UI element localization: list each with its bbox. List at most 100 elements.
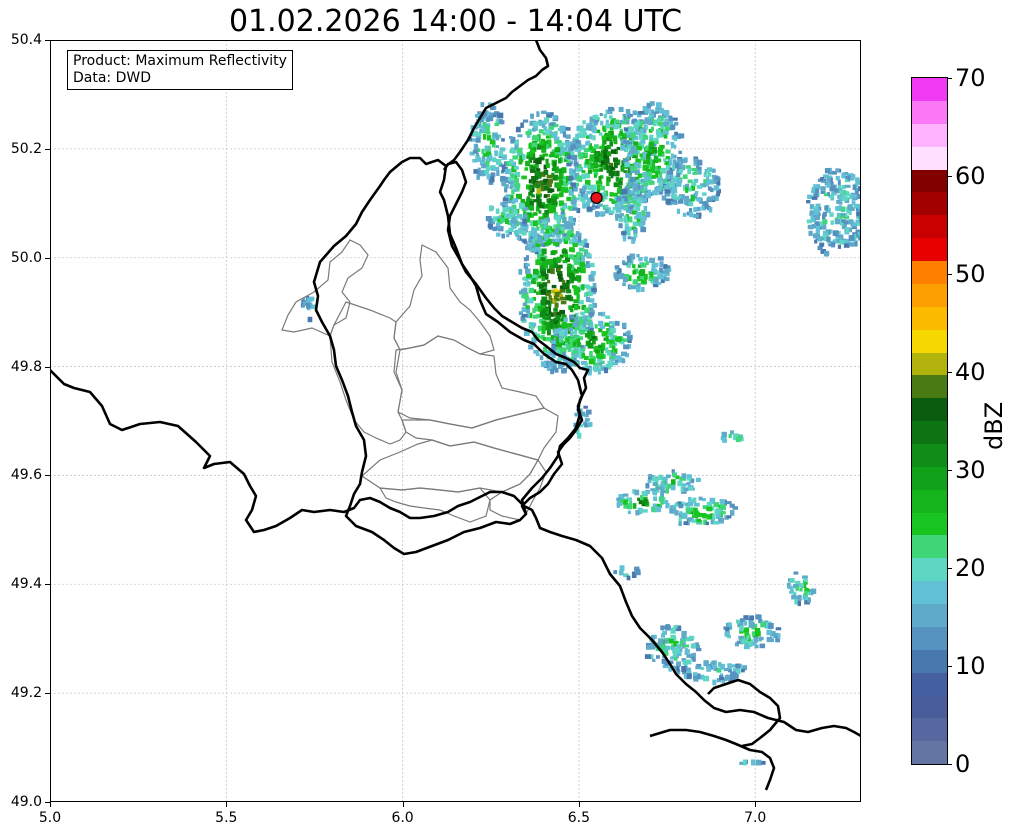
reflectivity-pixel bbox=[491, 167, 497, 171]
reflectivity-pixel bbox=[842, 196, 848, 201]
reflectivity-pixel bbox=[838, 234, 844, 239]
reflectivity-pixel bbox=[619, 131, 623, 136]
reflectivity-pixel bbox=[674, 503, 679, 507]
reflectivity-pixel bbox=[586, 125, 592, 131]
reflectivity-pixel bbox=[561, 249, 568, 254]
district-border bbox=[489, 458, 547, 521]
reflectivity-pixel bbox=[852, 222, 858, 227]
reflectivity-pixel bbox=[697, 169, 702, 175]
reflectivity-pixel bbox=[569, 308, 574, 313]
reflectivity-pixel bbox=[657, 281, 662, 285]
reflectivity-pixel bbox=[686, 673, 692, 680]
reflectivity-pixel bbox=[625, 172, 631, 178]
reflectivity-pixel bbox=[521, 313, 528, 318]
reflectivity-pixel bbox=[584, 418, 589, 423]
reflectivity-pixel bbox=[619, 499, 624, 503]
reflectivity-pixel bbox=[770, 638, 774, 642]
reflectivity-pixel bbox=[858, 215, 861, 221]
reflectivity-pixel bbox=[847, 175, 851, 181]
reflectivity-pixel bbox=[630, 145, 636, 151]
reflectivity-pixel bbox=[549, 122, 555, 126]
reflectivity-pixel bbox=[560, 347, 566, 353]
reflectivity-pixel bbox=[729, 503, 735, 508]
reflectivity-pixel bbox=[669, 508, 674, 514]
reflectivity-pixel bbox=[592, 114, 596, 120]
reflectivity-pixel bbox=[560, 296, 566, 301]
reflectivity-pixel bbox=[527, 297, 534, 304]
reflectivity-pixel bbox=[717, 177, 721, 181]
reflectivity-pixel bbox=[492, 227, 498, 232]
reflectivity-pixel bbox=[653, 120, 657, 127]
reflectivity-pixel bbox=[706, 501, 713, 507]
reflectivity-pixel bbox=[492, 136, 496, 141]
reflectivity-pixel bbox=[615, 176, 620, 182]
reflectivity-pixel bbox=[599, 185, 605, 191]
reflectivity-pixel bbox=[857, 222, 861, 226]
reflectivity-pixel bbox=[505, 194, 511, 198]
reflectivity-pixel bbox=[839, 190, 844, 194]
reflectivity-pixel bbox=[566, 163, 572, 167]
reflectivity-pixel bbox=[528, 344, 534, 350]
reflectivity-pixel bbox=[682, 483, 687, 487]
colorbar-segment bbox=[912, 695, 947, 719]
reflectivity-pixel bbox=[484, 145, 489, 151]
reflectivity-pixel bbox=[627, 259, 632, 263]
reflectivity-pixel bbox=[686, 659, 692, 665]
reflectivity-pixel bbox=[627, 510, 631, 515]
colorbar-segment bbox=[912, 466, 947, 490]
reflectivity-pixel bbox=[822, 233, 827, 238]
reflectivity-pixel bbox=[570, 199, 577, 205]
reflectivity-pixel bbox=[574, 304, 579, 310]
reflectivity-pixel bbox=[657, 256, 664, 261]
reflectivity-pixel bbox=[691, 181, 697, 187]
reflectivity-pixel bbox=[643, 182, 649, 187]
reflectivity-pixel bbox=[760, 636, 764, 641]
reflectivity-pixel bbox=[591, 287, 597, 293]
reflectivity-pixel bbox=[614, 203, 618, 208]
reflectivity-pixel bbox=[691, 478, 695, 482]
reflectivity-pixel bbox=[547, 258, 554, 265]
reflectivity-pixel bbox=[532, 274, 537, 278]
reflectivity-pixel bbox=[606, 351, 612, 356]
reflectivity-pixel bbox=[664, 161, 669, 165]
reflectivity-pixel bbox=[746, 636, 750, 640]
reflectivity-pixel bbox=[802, 595, 807, 600]
reflectivity-pixel bbox=[671, 187, 678, 194]
reflectivity-pixel bbox=[843, 243, 850, 248]
reflectivity-pixel bbox=[477, 157, 481, 162]
reflectivity-pixel bbox=[676, 197, 680, 201]
reflectivity-pixel bbox=[742, 639, 748, 645]
reflectivity-pixel bbox=[563, 317, 568, 322]
reflectivity-pixel bbox=[807, 591, 811, 595]
reflectivity-pixel bbox=[509, 213, 514, 217]
colorbar-tick-label: 30 bbox=[955, 456, 986, 484]
reflectivity-pixel bbox=[619, 565, 625, 571]
reflectivity-pixel bbox=[521, 175, 527, 180]
colorbar-segment bbox=[912, 718, 947, 742]
colorbar-segment bbox=[912, 169, 947, 193]
reflectivity-pixel bbox=[531, 232, 538, 237]
reflectivity-pixel bbox=[620, 189, 627, 195]
reflectivity-pixel bbox=[626, 120, 630, 125]
x-tick-label: 6.0 bbox=[391, 810, 414, 826]
reflectivity-pixel bbox=[677, 158, 682, 162]
reflectivity-pixel bbox=[613, 157, 618, 162]
reflectivity-pixel bbox=[502, 197, 508, 202]
colorbar-segment bbox=[912, 603, 947, 627]
reflectivity-pixel bbox=[538, 210, 542, 214]
reflectivity-pixel bbox=[814, 215, 820, 220]
reflectivity-pixel bbox=[725, 627, 730, 632]
reflectivity-pixel bbox=[649, 644, 655, 650]
reflectivity-pixel bbox=[585, 296, 591, 302]
reflectivity-pixel bbox=[794, 598, 798, 605]
reflectivity-pixel bbox=[590, 164, 595, 169]
reflectivity-pixel bbox=[614, 321, 620, 326]
reflectivity-pixel bbox=[499, 147, 506, 152]
reflectivity-pixel bbox=[574, 316, 578, 323]
reflectivity-pixel bbox=[793, 571, 799, 575]
reflectivity-pixel bbox=[481, 156, 486, 161]
reflectivity-pixel bbox=[760, 621, 766, 628]
colorbar-segment bbox=[912, 741, 947, 765]
reflectivity-pixel bbox=[614, 265, 620, 269]
reflectivity-pixel bbox=[671, 479, 676, 486]
